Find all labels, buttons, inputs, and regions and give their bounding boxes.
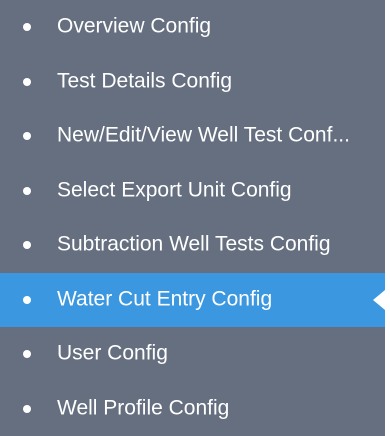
menu-item-label: Subtraction Well Tests Config	[57, 232, 331, 256]
menu-item-test-details-config[interactable]: Test Details Config	[0, 55, 385, 110]
menu-item-label: Select Export Unit Config	[57, 178, 292, 202]
menu-item-well-profile-config[interactable]: Well Profile Config	[0, 382, 385, 436]
bullet-icon	[23, 77, 31, 86]
config-sidebar: Overview Config Test Details Config New/…	[0, 0, 390, 436]
menu-item-overview-config[interactable]: Overview Config	[0, 0, 385, 55]
menu-item-water-cut-entry-config[interactable]: Water Cut Entry Config	[0, 272, 385, 327]
menu-item-subtraction-well-tests-config[interactable]: Subtraction Well Tests Config	[0, 218, 385, 273]
menu-item-label: Test Details Config	[57, 69, 233, 93]
menu-item-label: Overview Config	[57, 14, 212, 38]
menu-item-select-export-unit-config[interactable]: Select Export Unit Config	[0, 164, 385, 219]
menu-item-label: Water Cut Entry Config	[57, 287, 273, 311]
menu-item-label: Well Profile Config	[57, 396, 230, 420]
bullet-icon	[23, 404, 31, 413]
bullet-icon	[23, 132, 31, 141]
menu-item-label: New/Edit/View Well Test Conf...	[57, 123, 350, 147]
bullet-icon	[23, 295, 31, 304]
bullet-icon	[23, 241, 31, 250]
bullet-icon	[23, 186, 31, 195]
active-pointer-icon	[373, 289, 385, 310]
menu-item-new-edit-view-well-test-config[interactable]: New/Edit/View Well Test Conf...	[0, 109, 385, 164]
bullet-icon	[23, 350, 31, 359]
config-menu: Overview Config Test Details Config New/…	[0, 0, 385, 436]
menu-item-label: User Config	[57, 341, 168, 365]
bullet-icon	[23, 23, 31, 32]
menu-item-user-config[interactable]: User Config	[0, 327, 385, 382]
